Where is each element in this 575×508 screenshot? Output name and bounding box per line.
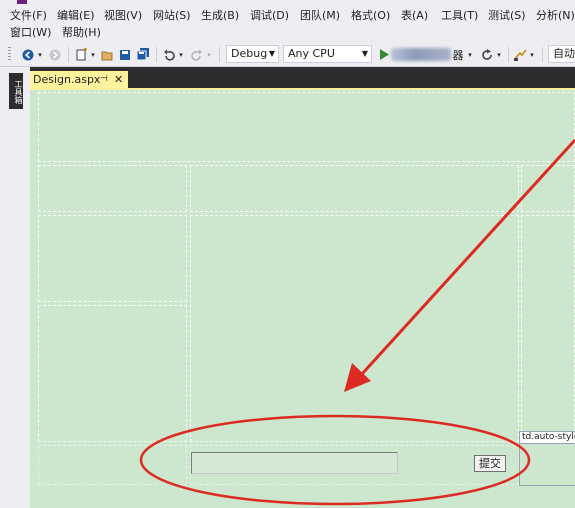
pin-icon[interactable]: ⊣: [100, 71, 108, 88]
save-icon[interactable]: [118, 46, 132, 63]
forward-icon[interactable]: [48, 46, 62, 63]
selected-cell-border: [519, 444, 520, 486]
selected-element-tag: td.auto-style: [519, 431, 575, 444]
text-input[interactable]: [191, 452, 398, 474]
standard-toolbar: ▾ ▾ ▾ ▾ Debug ▼ Any CPU ▼ 器 ▾ ▾ ▾ 自动: [0, 42, 575, 67]
toolbar-separator: [508, 47, 509, 62]
new-project-icon[interactable]: [74, 46, 88, 63]
menu-tools[interactable]: 工具(T): [441, 8, 478, 24]
solution-configuration-value: Debug: [231, 47, 268, 60]
solution-platform-value: Any CPU: [288, 47, 335, 60]
menu-bar: 文件(F) 编辑(E) 视图(V) 网站(S) 生成(B) 调试(D) 团队(M…: [0, 0, 575, 42]
toolbar-grip[interactable]: [8, 47, 11, 62]
menu-window[interactable]: 窗口(W): [10, 25, 51, 41]
submit-button[interactable]: 提交: [474, 455, 506, 472]
redo-dropdown-icon[interactable]: ▾: [205, 46, 213, 63]
toolbar-separator: [542, 47, 543, 62]
table-cell[interactable]: [190, 165, 519, 212]
auto-select-value: 自动: [553, 47, 575, 60]
visual-studio-logo-icon: [17, 0, 27, 4]
solution-platform-select[interactable]: Any CPU ▼: [283, 45, 372, 63]
menu-test[interactable]: 测试(S): [488, 8, 526, 24]
menu-help[interactable]: 帮助(H): [62, 25, 101, 41]
table-cell[interactable]: [38, 165, 187, 212]
table-cell[interactable]: [521, 165, 575, 212]
table-cell[interactable]: [38, 445, 187, 485]
refresh-icon[interactable]: [480, 46, 494, 63]
menu-format[interactable]: 格式(O): [351, 8, 390, 24]
save-all-icon[interactable]: [135, 46, 151, 63]
open-file-icon[interactable]: [100, 46, 114, 63]
refresh-dropdown-icon[interactable]: ▾: [495, 46, 503, 63]
close-icon[interactable]: ✕: [114, 71, 123, 88]
toolbox-tab[interactable]: 工具箱: [9, 73, 23, 109]
toolbar-separator: [68, 47, 69, 62]
toolbar-overflow-icon[interactable]: ▾: [528, 46, 536, 63]
menu-analyze[interactable]: 分析(N): [536, 8, 575, 24]
table-cell[interactable]: [38, 92, 575, 162]
menu-debug[interactable]: 调试(D): [250, 8, 289, 24]
menu-file[interactable]: 文件(F): [10, 8, 47, 24]
menu-team[interactable]: 团队(M): [300, 8, 340, 24]
auto-select[interactable]: 自动: [548, 45, 575, 63]
back-icon[interactable]: [21, 46, 35, 63]
table-cell[interactable]: [38, 215, 187, 302]
start-dropdown-icon[interactable]: ▾: [466, 46, 474, 63]
menu-view[interactable]: 视图(V): [104, 8, 142, 24]
table-cell[interactable]: [521, 215, 575, 442]
menu-table[interactable]: 表(A): [401, 8, 428, 24]
start-debugging-icon[interactable]: [378, 46, 390, 63]
menu-edit[interactable]: 编辑(E): [57, 8, 95, 24]
table-cell[interactable]: [190, 215, 519, 442]
undo-icon[interactable]: [162, 46, 176, 63]
undo-dropdown-icon[interactable]: ▾: [177, 46, 185, 63]
table-cell[interactable]: [38, 305, 187, 442]
toolbar-separator: [219, 47, 220, 62]
new-dropdown-icon[interactable]: ▾: [89, 46, 97, 63]
menu-website[interactable]: 网站(S): [153, 8, 191, 24]
tab-title: Design.aspx: [33, 73, 101, 86]
tab-design-aspx[interactable]: Design.aspx ⊣ ✕: [30, 71, 128, 88]
browser-link-icon[interactable]: [513, 46, 527, 63]
toolbar-separator: [156, 47, 157, 62]
start-target-suffix[interactable]: 器: [452, 46, 464, 63]
selected-cell-border: [519, 485, 575, 486]
chevron-down-icon: ▼: [268, 49, 275, 58]
start-target-blurred[interactable]: [391, 48, 451, 61]
chevron-down-icon: ▼: [361, 49, 368, 58]
left-dock: [0, 67, 30, 508]
back-dropdown-icon[interactable]: ▾: [36, 46, 44, 63]
solution-configuration-select[interactable]: Debug ▼: [226, 45, 279, 63]
redo-icon[interactable]: [190, 46, 204, 63]
menu-build[interactable]: 生成(B): [201, 8, 239, 24]
